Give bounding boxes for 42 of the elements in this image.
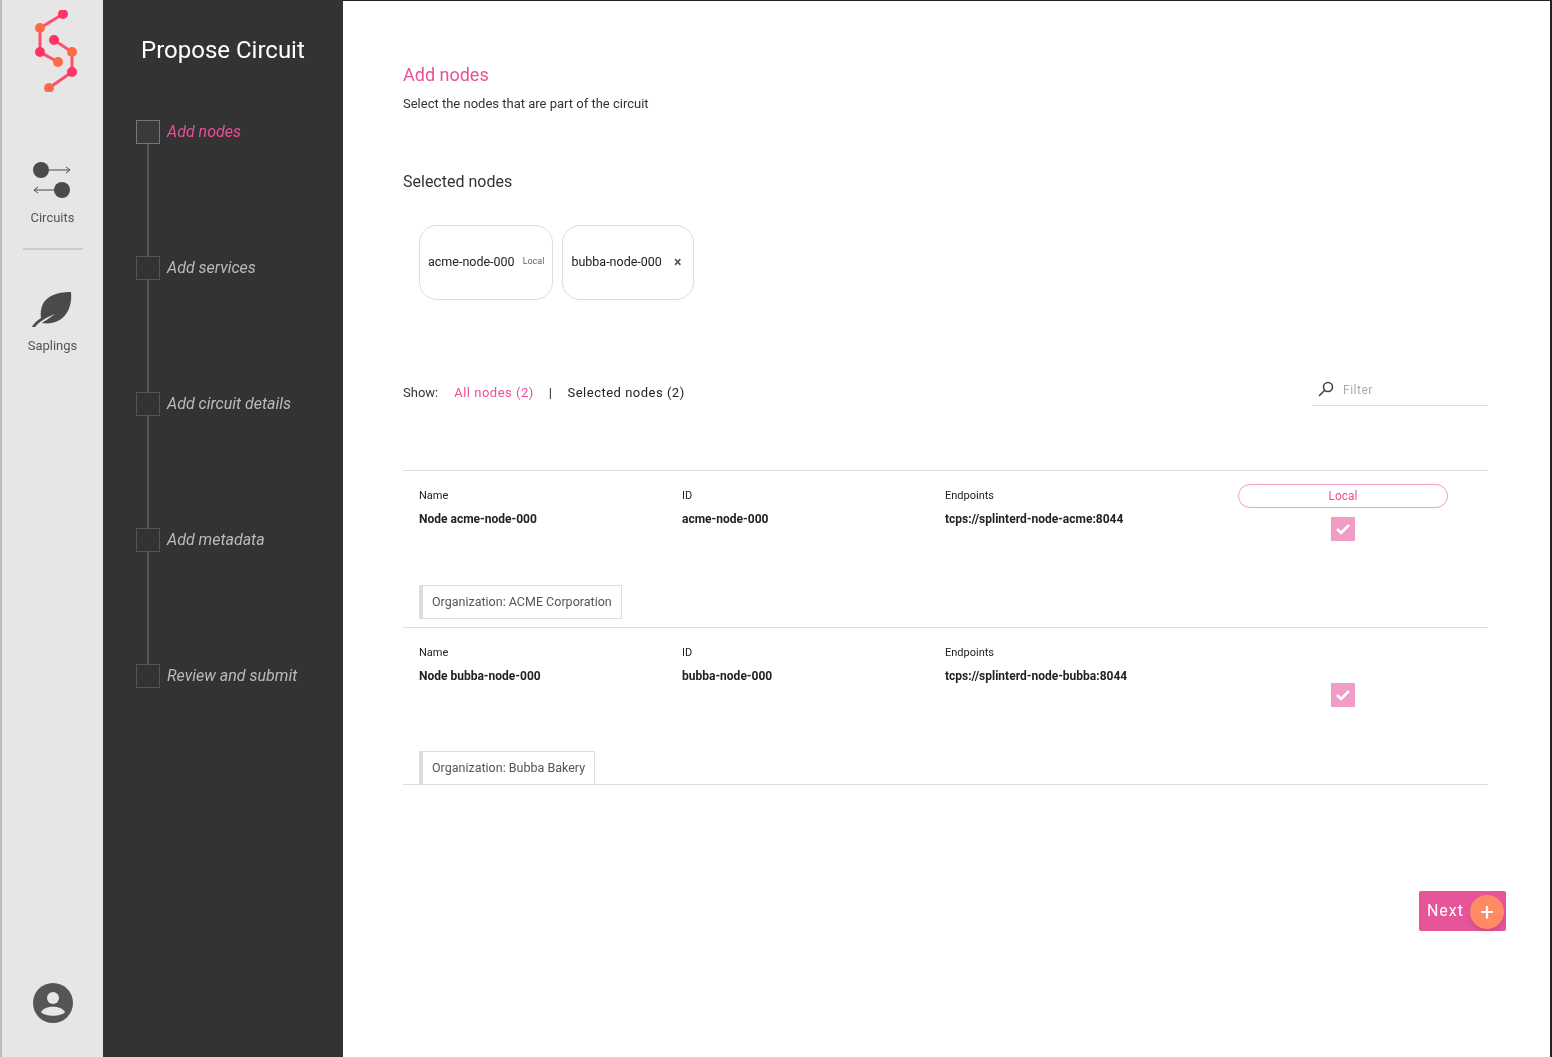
checkbox[interactable] (1331, 682, 1355, 707)
user-avatar-icon[interactable] (32, 983, 73, 1023)
node-chip[interactable]: bubba-node-000 × (562, 224, 695, 300)
chip-label: bubba-node-000 (571, 252, 662, 271)
show-label: Show: (403, 383, 439, 402)
chip-label: acme-node-000 (428, 252, 515, 271)
node-endpoint: tcps://splinterd-node-acme:8044 (945, 511, 1125, 528)
nav-label[interactable]: Saplings (27, 335, 78, 355)
selected-nodes-heading: Selected nodes (403, 170, 514, 193)
field-label: Name (419, 644, 450, 661)
node-name: Node acme-node-000 (419, 511, 538, 528)
filter-field[interactable]: Filter (1312, 380, 1488, 406)
node-endpoint: tcps://splinterd-node-bubba:8044 (945, 668, 1129, 685)
field-label: ID (682, 487, 694, 504)
field-label: ID (682, 644, 694, 661)
separator: | (548, 383, 553, 402)
section-subtitle: Select the nodes that are part of the circuit (403, 95, 650, 113)
step-label[interactable]: Add circuit details (167, 392, 292, 528)
organization-tag: Organization: ACME Corporation (419, 584, 622, 620)
organization-tag: Organization: Bubba Bakery (419, 750, 596, 786)
section-title: Add nodes (403, 63, 490, 87)
node-chip[interactable]: acme-node-000 Local (419, 224, 554, 300)
step-label[interactable]: Add services (167, 256, 256, 392)
field-label: Name (419, 487, 450, 504)
step-label[interactable]: Review and submit (167, 664, 298, 688)
panel-title: Propose Circuit (140, 35, 306, 66)
field-label: Endpoints (945, 487, 995, 504)
remove-button[interactable]: × (669, 251, 686, 273)
node-id: acme-node-000 (682, 511, 770, 528)
search-icon (1318, 380, 1334, 397)
step-label[interactable]: Add nodes (167, 120, 241, 256)
field-label: Endpoints (945, 644, 995, 661)
filter-tab[interactable]: All nodes (2) (454, 382, 534, 403)
nav-label[interactable]: Circuits (30, 208, 75, 228)
checkbox[interactable] (1331, 516, 1355, 541)
leaf-icon[interactable] (31, 289, 74, 328)
node-name: Node bubba-node-000 (419, 668, 542, 685)
local-tag: Local (522, 255, 545, 269)
circuits-icon[interactable] (32, 160, 73, 200)
node-id: bubba-node-000 (682, 668, 774, 685)
step-label[interactable]: Add metadata (167, 528, 265, 664)
filter-tab[interactable]: Selected nodes (2) (567, 382, 685, 403)
